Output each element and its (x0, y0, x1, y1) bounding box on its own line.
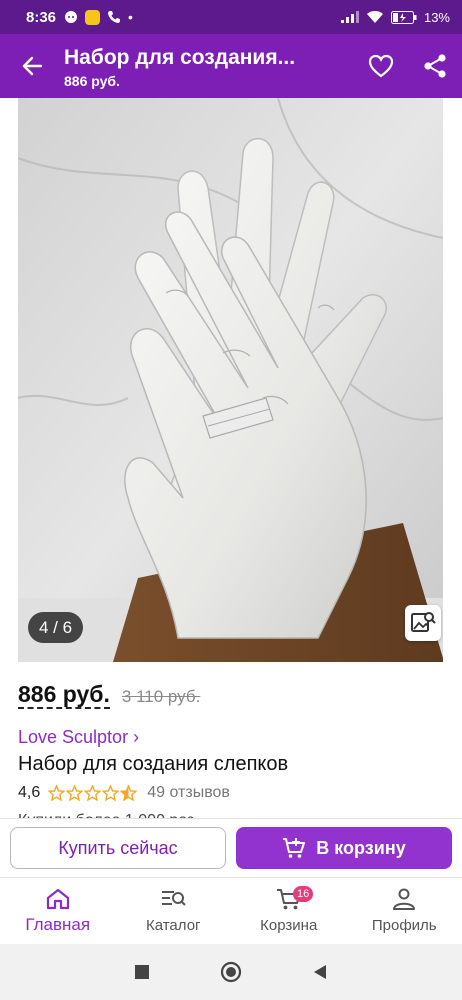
product-image[interactable]: 4 / 6 (18, 98, 443, 662)
more-notifications-icon: • (128, 9, 133, 25)
chat-icon (65, 11, 78, 23)
action-bar: Купить сейчас В корзину (0, 818, 462, 876)
arrow-back-icon (22, 56, 43, 76)
app-notification-icon (85, 9, 101, 25)
product-name: Набор для создания слепков (18, 753, 289, 775)
system-nav-bar (0, 944, 462, 1000)
star-half-icon (120, 785, 138, 801)
add-to-cart-label: В корзину (316, 837, 406, 858)
title-block: Набор для создания... 886 руб. (64, 44, 354, 89)
recents-button[interactable] (134, 964, 150, 980)
nav-label-profile: Профиль (371, 917, 437, 934)
product-photo (18, 98, 443, 662)
rating-value: 4,6 (18, 784, 41, 801)
signal-icon (340, 11, 359, 23)
old-price: 3 110 руб. (121, 687, 201, 706)
share-button[interactable] (408, 34, 462, 98)
status-bar: 8:36 • 13% (0, 0, 462, 34)
share-icon (424, 54, 446, 78)
status-time: 8:36 (26, 8, 57, 26)
bottom-nav: Главная Каталог 16 Корзина Профиль (0, 877, 462, 944)
profile-icon (393, 888, 416, 910)
cart-count-badge: 16 (293, 886, 314, 902)
favorite-button[interactable] (354, 34, 408, 98)
nav-label-cart: Корзина (260, 917, 318, 934)
image-search-button[interactable] (405, 605, 441, 641)
star-full-icon (102, 785, 120, 801)
star-full-icon (84, 785, 102, 801)
nav-item-cart[interactable]: 16 Корзина (231, 878, 347, 944)
current-price[interactable]: 886 руб. (18, 681, 110, 709)
notification-icons: • (64, 9, 133, 25)
home-circle-icon (220, 961, 242, 983)
image-search-icon (411, 612, 436, 632)
rating-stars (48, 785, 138, 801)
battery-percent: 13% (423, 9, 450, 25)
wifi-icon (366, 11, 383, 23)
buy-now-button[interactable]: Купить сейчас (10, 827, 226, 869)
star-full-icon (66, 785, 84, 801)
add-to-cart-button[interactable]: В корзину (236, 827, 452, 869)
star-full-icon (48, 785, 66, 801)
battery-icon (390, 10, 417, 24)
home-system-button[interactable] (220, 961, 242, 983)
nav-label-home: Главная (25, 915, 91, 934)
back-triangle-icon (314, 965, 326, 979)
screen: 8:36 • 13% Набор для создания... 886 руб… (0, 0, 462, 1000)
recents-icon (135, 965, 149, 979)
rating-row[interactable]: 4,6 49 отзывов (18, 784, 230, 802)
heart-outline-icon (368, 54, 394, 78)
nav-item-home[interactable]: Главная (0, 878, 116, 944)
brand-link[interactable]: Love Sculptor › (18, 727, 139, 748)
phone-icon (108, 11, 121, 23)
price-row: 886 руб. 3 110 руб. (18, 681, 200, 709)
nav-item-catalog[interactable]: Каталог (116, 878, 232, 944)
nav-label-catalog: Каталог (145, 917, 201, 934)
page-title: Набор для создания... (64, 45, 296, 69)
back-button[interactable] (0, 34, 64, 98)
cart-add-icon (283, 838, 306, 858)
page-subtitle-price: 886 руб. (64, 72, 120, 89)
image-counter: 4 / 6 (28, 612, 84, 643)
app-bar: Набор для создания... 886 руб. (0, 34, 462, 98)
reviews-count: 49 отзывов (147, 784, 230, 801)
catalog-search-icon (162, 891, 186, 906)
home-icon (46, 888, 69, 910)
back-system-button[interactable] (312, 964, 328, 980)
status-right: 13% (340, 9, 450, 25)
nav-item-profile[interactable]: Профиль (347, 878, 462, 944)
